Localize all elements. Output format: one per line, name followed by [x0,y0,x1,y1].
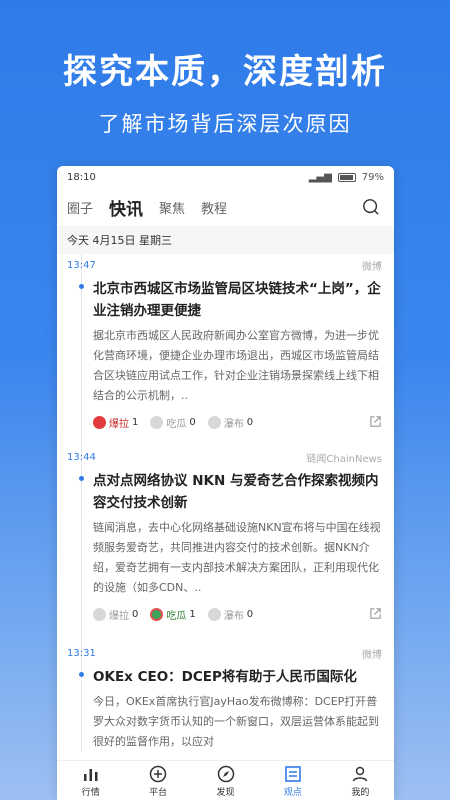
tab-guandian[interactable]: 观点 [259,761,326,800]
status-bar: 18:10 ▂▄▆ 79% [57,166,394,188]
action-label: 吃瓜 [166,418,187,430]
timeline-dot [79,672,84,677]
fire-icon [93,607,106,621]
melon-icon [150,415,164,429]
news-title[interactable]: 点对点网络协议 NKN 与爱奇艺合作探索视频内容交付技术创新 [93,470,382,514]
news-meta: 13:31 微博 [67,642,382,664]
tab-pingtai[interactable]: 平台 [124,761,191,800]
pubu-button[interactable]: 瀑布 0 [207,607,254,622]
news-time: 13:31 [67,647,96,659]
news-time: 13:44 [67,451,96,463]
tab-kuaixun[interactable]: 快讯 [109,195,143,220]
tab-label: 观点 [283,787,302,798]
status-time: 18:10 [67,171,96,183]
action-count: 0 [246,416,254,428]
news-body: 今日，OKEx首席执行官JayHao发布微博称：DCEP打开普罗大众对数字货币认… [93,695,379,748]
status-icons: ▂▄▆ 79% [309,172,384,183]
promo-subtitle: 了解市场背后深层次原因 [98,112,352,136]
timeline-dot [79,284,84,289]
action-label: 爆拉 [109,418,129,430]
tab-quanzi[interactable]: 圈子 [67,198,93,217]
news-time: 13:47 [67,259,96,271]
chigua-button[interactable]: 吃瓜 0 [150,415,196,430]
compass-icon [217,765,234,782]
news-body: 据北京市西城区人民政府新闻办公室官方微博，为进一步优化营商环境，便捷企业办理市场… [93,329,379,402]
news-item[interactable]: 13:47 微博 北京市西城区市场监管局区块链技术“上岗”，企业注销办理更便捷 … [57,254,394,438]
sad-face-icon [207,415,221,429]
sad-face-icon [207,607,221,621]
article-icon [285,765,301,782]
tab-faxian[interactable]: 发现 [192,761,259,800]
chigua-button[interactable]: 吃瓜 1 [150,607,196,622]
battery-percent: 79% [361,171,384,183]
news-title[interactable]: OKEx CEO：DCEP将有助于人民币国际化 [93,666,382,688]
timeline-dot [79,476,84,481]
news-actions: 爆拉 0 吃瓜 1 瀑布 0 [93,598,382,630]
news-actions: 爆拉 1 吃瓜 0 瀑布 0 [93,406,382,438]
news-meta: 13:44 链闻ChainNews [67,446,382,468]
tab-label: 我的 [351,787,370,798]
share-icon[interactable] [369,607,382,620]
tab-jujiao[interactable]: 聚焦 [159,198,185,217]
tab-label: 平台 [149,787,168,798]
phone-screen: 18:10 ▂▄▆ 79% 圈子 快讯 聚焦 教程 今天 4月15日 星期三 1… [57,166,394,800]
news-source: 链闻ChainNews [306,453,382,465]
action-label: 瀑布 [223,418,244,430]
tab-jiaocheng[interactable]: 教程 [201,198,227,217]
tab-wode[interactable]: 我的 [327,761,394,800]
action-label: 吃瓜 [166,610,187,622]
action-count: 1 [132,416,139,428]
news-item[interactable]: 13:44 链闻ChainNews 点对点网络协议 NKN 与爱奇艺合作探索视频… [57,446,394,630]
news-source: 微博 [362,649,382,661]
action-count: 0 [246,608,254,620]
tab-label: 行情 [81,787,100,798]
platform-icon [149,765,167,782]
promo-title: 探究本质，深度剖析 [63,52,387,92]
fire-icon [93,415,106,429]
tab-label: 发现 [216,787,235,798]
action-count: 1 [189,608,196,620]
news-title[interactable]: 北京市西城区市场监管局区块链技术“上岗”，企业注销办理更便捷 [93,278,382,322]
search-icon[interactable] [362,198,380,216]
date-header: 今天 4月15日 星期三 [57,226,394,254]
action-count: 0 [189,416,196,428]
action-count: 0 [132,608,139,620]
baola-button[interactable]: 爆拉 0 [93,607,138,622]
news-body: 链闻消息，去中心化网络基础设施NKN宣布将与中国在线视频服务爱奇艺，共同推进内容… [93,521,381,594]
bottom-tab-bar: 行情 平台 发现 观点 我的 [57,760,394,800]
top-tabs: 圈子 快讯 聚焦 教程 [57,188,394,226]
action-label: 爆拉 [109,610,129,622]
baola-button[interactable]: 爆拉 1 [93,415,138,430]
signal-icon: ▂▄▆ [308,171,332,183]
bar-chart-icon [83,768,98,781]
user-icon [353,766,368,781]
share-icon[interactable] [369,415,382,428]
news-item[interactable]: 13:31 微博 OKEx CEO：DCEP将有助于人民币国际化 今日，OKEx… [57,642,394,752]
action-label: 瀑布 [223,610,244,622]
news-feed: 13:47 微博 北京市西城区市场监管局区块链技术“上岗”，企业注销办理更便捷 … [57,254,394,752]
tab-hangqing[interactable]: 行情 [57,761,124,800]
news-source: 微博 [362,261,382,273]
melon-icon [150,607,164,621]
battery-icon [337,172,356,182]
news-meta: 13:47 微博 [67,254,382,276]
pubu-button[interactable]: 瀑布 0 [207,415,254,430]
